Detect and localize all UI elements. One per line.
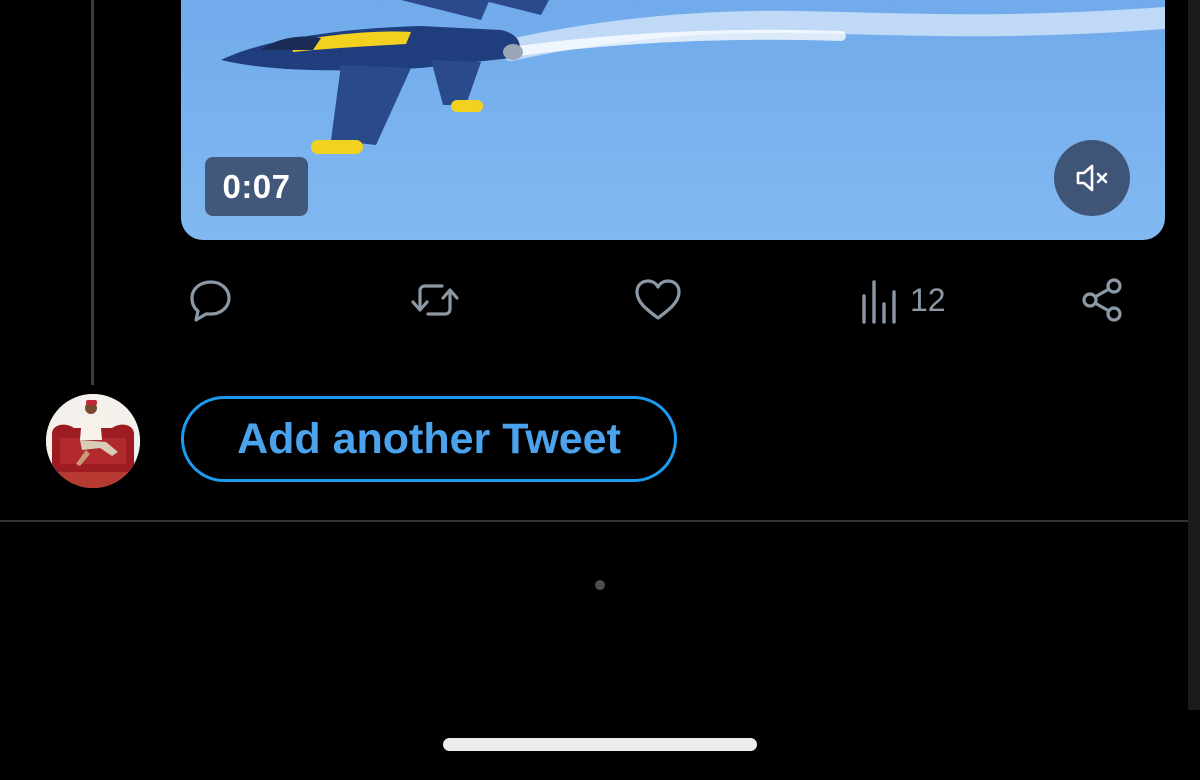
loading-indicator-dot	[595, 580, 605, 590]
tweet-action-bar: 12	[0, 270, 1200, 330]
unmute-button[interactable]	[1054, 140, 1130, 216]
video-frame-jet	[221, 0, 1165, 154]
views-button[interactable]: 12	[856, 270, 946, 330]
section-divider	[0, 520, 1200, 522]
video-player[interactable]: 0:07	[181, 0, 1165, 240]
video-duration-badge: 0:07	[205, 157, 308, 216]
reply-button[interactable]	[184, 270, 236, 330]
scrollbar[interactable]	[1188, 0, 1200, 710]
share-icon	[1082, 278, 1122, 322]
retweet-icon	[411, 284, 459, 316]
home-indicator-bar[interactable]	[443, 738, 757, 751]
like-button[interactable]	[632, 270, 684, 330]
avatar-photo	[46, 394, 140, 488]
share-button[interactable]	[1078, 270, 1128, 330]
views-bar-chart-icon	[862, 280, 896, 324]
retweet-button[interactable]	[408, 270, 462, 330]
views-count: 12	[910, 281, 946, 318]
add-another-tweet-button[interactable]: Add another Tweet	[181, 396, 677, 482]
speaker-muted-icon	[1076, 164, 1108, 192]
user-avatar[interactable]	[46, 394, 140, 488]
heart-icon	[635, 279, 681, 320]
reply-bubble-icon	[190, 280, 231, 322]
